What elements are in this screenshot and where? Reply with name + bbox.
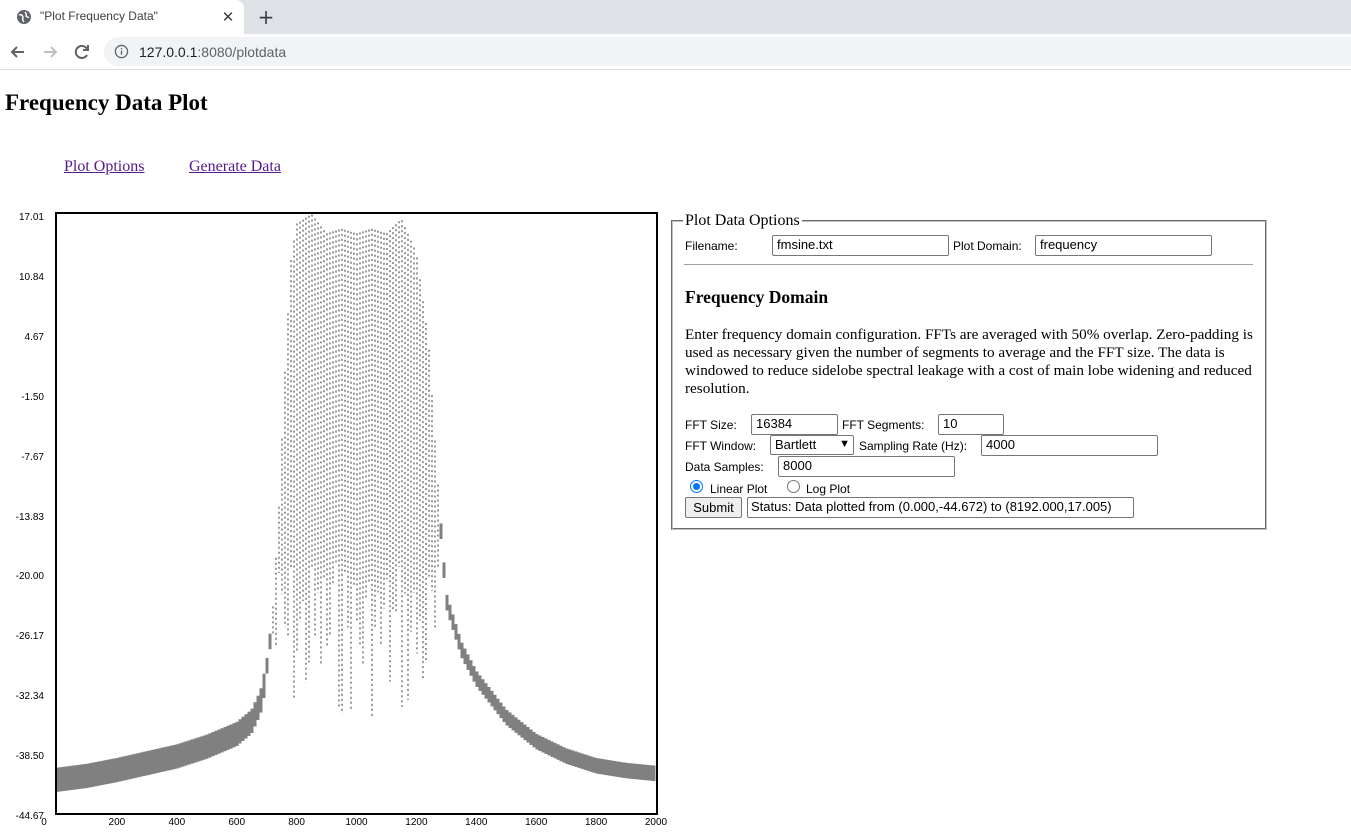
browser-tab-bar: "Plot Frequency Data" ✕ + <box>0 0 1351 34</box>
options-legend: Plot Data Options <box>685 212 800 229</box>
x-tick-label: 2000 <box>644 817 668 828</box>
x-tick-label: 400 <box>168 817 186 828</box>
x-tick-label: 0 <box>41 817 47 828</box>
address-bar[interactable]: 127.0.0.1:8080/plotdata <box>104 37 1351 66</box>
fft-window-label: FFT Window: <box>685 439 757 453</box>
globe-icon <box>17 10 31 24</box>
submit-button[interactable]: Submit <box>685 497 742 518</box>
fft-window-select[interactable]: Bartlett ▼ <box>770 435 854 455</box>
fft-window-value: Bartlett <box>775 437 817 452</box>
y-tick-label: -32.34 <box>15 691 44 703</box>
browser-tab[interactable]: "Plot Frequency Data" ✕ <box>0 0 244 34</box>
y-tick-label: -7.67 <box>21 451 44 463</box>
info-icon[interactable] <box>114 44 129 59</box>
back-arrow-icon[interactable] <box>8 42 28 62</box>
new-tab-icon[interactable]: + <box>256 7 276 27</box>
plot-domain-label: Plot Domain: <box>953 239 1022 253</box>
linear-plot-radio[interactable] <box>690 480 703 493</box>
sampling-rate-label: Sampling Rate (Hz): <box>859 439 968 453</box>
url-text: 127.0.0.1:8080/plotdata <box>139 44 287 60</box>
y-tick-label: -26.17 <box>15 631 44 643</box>
x-tick-label: 1800 <box>584 817 608 828</box>
reload-icon[interactable] <box>72 42 92 62</box>
y-tick-label: -13.83 <box>15 511 44 523</box>
log-plot-label: Log Plot <box>806 482 851 496</box>
browser-toolbar: 127.0.0.1:8080/plotdata <box>0 34 1351 70</box>
frequency-plot <box>55 212 658 815</box>
plot-canvas <box>57 214 656 792</box>
linear-plot-label: Linear Plot <box>710 482 768 496</box>
data-samples-label: Data Samples: <box>685 460 764 474</box>
y-tick-label: 4.67 <box>24 331 44 343</box>
fft-segments-field[interactable]: 10 <box>938 414 1004 435</box>
y-tick-label: -20.00 <box>15 571 44 583</box>
filename-label: Filename: <box>685 239 738 253</box>
x-tick-label: 1000 <box>345 817 368 828</box>
x-tick-label: 600 <box>228 817 246 828</box>
generate-data-link[interactable]: Generate Data <box>189 158 281 176</box>
close-icon[interactable]: ✕ <box>220 9 236 25</box>
status-field: Status: Data plotted from (0.000,-44.672… <box>747 497 1134 518</box>
x-tick-label: 1200 <box>405 817 428 828</box>
y-tick-label: -38.50 <box>15 751 44 763</box>
plot-domain-field[interactable]: frequency <box>1035 235 1212 256</box>
y-tick-label: 17.01 <box>18 212 44 223</box>
x-tick-label: 200 <box>108 817 126 828</box>
page-title: Frequency Data Plot <box>5 90 208 115</box>
plot-options-link[interactable]: Plot Options <box>64 158 144 176</box>
section-description: Enter frequency domain configuration. FF… <box>685 326 1253 397</box>
fft-segments-label: FFT Segments: <box>842 418 925 432</box>
tab-title: "Plot Frequency Data" <box>40 9 158 23</box>
data-samples-field[interactable]: 8000 <box>778 456 955 477</box>
x-tick-label: 1400 <box>465 817 488 828</box>
fft-size-label: FFT Size: <box>685 418 737 432</box>
sampling-rate-field[interactable]: 4000 <box>981 435 1158 456</box>
x-tick-label: 800 <box>288 817 305 828</box>
chevron-down-icon: ▼ <box>839 438 850 450</box>
options-divider <box>684 264 1253 265</box>
section-title: Frequency Domain <box>685 287 829 307</box>
fft-size-field[interactable]: 16384 <box>751 414 838 435</box>
x-tick-label: 1600 <box>525 817 548 828</box>
y-tick-label: 10.84 <box>18 271 44 283</box>
forward-arrow-icon[interactable] <box>40 42 60 62</box>
log-plot-radio[interactable] <box>787 480 800 493</box>
filename-field[interactable]: fmsine.txt <box>772 235 949 256</box>
y-tick-label: -1.50 <box>21 391 44 403</box>
